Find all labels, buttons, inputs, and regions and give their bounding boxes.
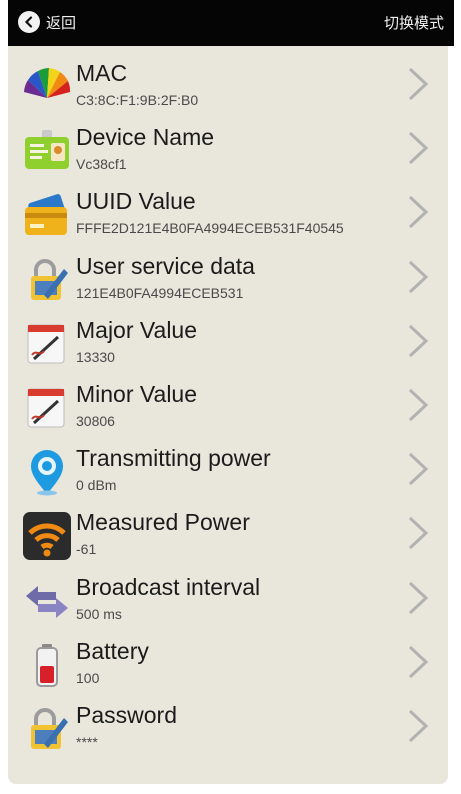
row-value: 13330: [76, 348, 115, 365]
chevron-right-icon: [408, 709, 429, 742]
transmitting-power-row[interactable]: Transmitting power 0 dBm: [8, 437, 448, 501]
location-pin-icon: [22, 447, 72, 497]
row-value: C3:8C:F1:9B:2F:B0: [76, 92, 199, 108]
row-value: 100: [76, 669, 100, 686]
row-title: Major Value: [76, 316, 198, 343]
battery-row[interactable]: Battery 100: [8, 630, 448, 694]
chevron-right-icon: [408, 645, 429, 678]
row-title: Broadcast interval: [76, 573, 261, 600]
double-arrow-icon: [22, 576, 72, 626]
top-bar: 返回 切换模式: [8, 0, 454, 46]
back-button[interactable]: 返回: [18, 8, 76, 36]
password-row[interactable]: Password ****: [8, 694, 448, 758]
chevron-right-icon: [408, 453, 429, 486]
chevron-right-icon: [408, 581, 429, 614]
mac-row[interactable]: MAC C3:8C:F1:9B:2F:B0: [8, 52, 448, 116]
chevron-right-icon: [408, 260, 429, 293]
row-value: 500 ms: [76, 605, 122, 622]
row-title: Password: [76, 701, 177, 728]
row-value: 0 dBm: [76, 477, 117, 494]
chevron-right-icon: [408, 517, 429, 550]
color-wheel-icon: [22, 62, 72, 112]
wifi-signal-icon: [22, 511, 72, 561]
calendar-edit-icon: [22, 383, 72, 433]
id-card-icon: [22, 126, 72, 176]
broadcast-interval-row[interactable]: Broadcast interval 500 ms: [8, 566, 448, 630]
chevron-right-icon: [408, 324, 429, 357]
switch-mode-button[interactable]: 切换模式: [384, 12, 444, 33]
row-title: MAC: [76, 60, 128, 86]
user-service-data-row[interactable]: User service data 121E4B0FA4994ECEB531: [8, 245, 448, 309]
back-label: 返回: [46, 14, 77, 32]
row-title: User service data: [76, 252, 255, 279]
measured-power-row[interactable]: Measured Power -61: [8, 501, 448, 565]
credit-card-icon: [22, 190, 72, 240]
minor-value-row[interactable]: Minor Value 30806: [8, 373, 448, 437]
lock-edit-icon: [22, 255, 72, 305]
row-title: Device Name: [76, 124, 215, 151]
battery-icon: [22, 640, 72, 690]
row-value: ****: [76, 733, 98, 750]
row-value: 121E4B0FA4994ECEB531: [76, 284, 244, 301]
chevron-right-icon: [408, 388, 429, 422]
uuid-row[interactable]: UUID Value FFFE2D121E4B0FA4994ECEB531F40…: [8, 180, 448, 244]
chevron-right-icon: [408, 67, 429, 101]
row-title: UUID Value: [76, 188, 196, 215]
row-title: Transmitting power: [76, 445, 271, 472]
back-arrow-icon: [18, 11, 40, 33]
chevron-right-icon: [408, 132, 429, 165]
row-title: Battery: [76, 637, 149, 664]
lock-edit-icon: [22, 704, 72, 754]
settings-panel: MAC C3:8C:F1:9B:2F:B0 Device Name Vc38cf…: [8, 46, 448, 784]
calendar-edit-icon: [22, 319, 72, 369]
major-value-row[interactable]: Major Value 13330: [8, 309, 448, 373]
settings-list: MAC C3:8C:F1:9B:2F:B0 Device Name Vc38cf…: [8, 52, 448, 758]
row-value: -61: [76, 541, 97, 558]
chevron-right-icon: [408, 196, 429, 229]
device-name-row[interactable]: Device Name Vc38cf1: [8, 116, 448, 180]
row-value: Vc38cf1: [76, 156, 127, 173]
row-title: Measured Power: [76, 509, 250, 536]
row-value: 30806: [76, 412, 115, 429]
row-value: FFFE2D121E4B0FA4994ECEB531F40545: [76, 220, 344, 237]
row-title: Minor Value: [76, 380, 198, 407]
